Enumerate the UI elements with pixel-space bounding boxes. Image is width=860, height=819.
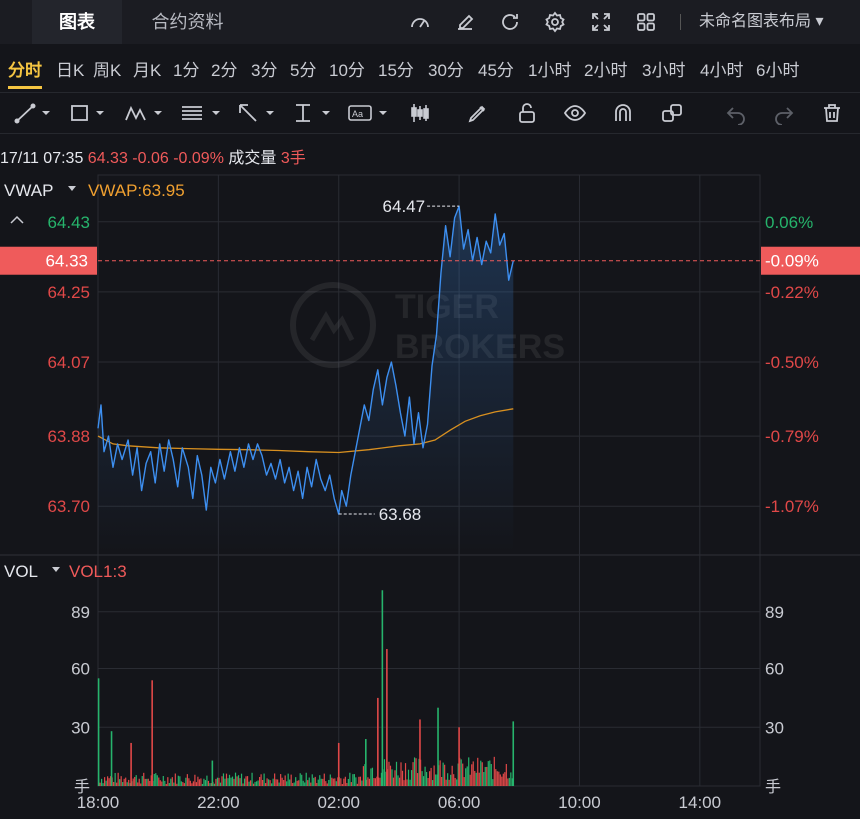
broker-watermark: TIGER BROKERS xyxy=(290,282,565,368)
left-tick-1: 64.25 xyxy=(47,283,90,302)
time-tick-3: 06:00 xyxy=(438,793,481,812)
right-tick-1: -0.22% xyxy=(765,283,819,302)
vol-left-tick-0: 89 xyxy=(71,603,90,622)
vol-indicator-label: VOL1:3 xyxy=(69,562,127,581)
right-tick-2: -0.50% xyxy=(765,353,819,372)
volume-bars xyxy=(97,590,515,786)
price-area xyxy=(98,206,514,553)
right-tick-4: -1.07% xyxy=(765,497,819,516)
current-price-tag: 64.33 -0.09% xyxy=(0,246,860,275)
indicator-dropdown-icon[interactable] xyxy=(68,186,76,191)
time-tick-5: 14:00 xyxy=(679,793,722,812)
max-marker-label: 64.47 xyxy=(383,197,426,216)
right-tick-0: 0.06% xyxy=(765,213,813,232)
time-tick-1: 22:00 xyxy=(197,793,240,812)
vol-indicator-dropdown-icon[interactable] xyxy=(52,567,60,572)
collapse-chevron-icon[interactable] xyxy=(10,215,24,224)
left-tick-4: 63.70 xyxy=(47,497,90,516)
vol-unit-right: 手 xyxy=(765,778,781,796)
time-tick-4: 10:00 xyxy=(558,793,601,812)
intraday-chart[interactable]: TIGER BROKERS VWAP VWAP:63.95 64.47 63.68… xyxy=(0,0,860,819)
indicator-name: VWAP xyxy=(4,181,53,200)
left-tick-2: 64.07 xyxy=(47,353,90,372)
left-tick-3: 63.88 xyxy=(47,427,90,446)
volume-axis: 89 8960 6030 30手手 xyxy=(71,603,784,796)
current-pct-label: -0.09% xyxy=(765,252,819,271)
time-tick-2: 02:00 xyxy=(317,793,360,812)
min-marker-label: 63.68 xyxy=(379,505,422,524)
vol-right-tick-0: 89 xyxy=(765,603,784,622)
vol-right-tick-1: 60 xyxy=(765,660,784,679)
price-area-fill xyxy=(98,206,514,553)
time-tick-0: 18:00 xyxy=(77,793,120,812)
vol-left-tick-2: 30 xyxy=(71,718,90,737)
vol-indicator-name: VOL xyxy=(4,562,38,581)
vol-right-tick-2: 30 xyxy=(765,718,784,737)
right-tick-3: -0.79% xyxy=(765,427,819,446)
vol-left-tick-1: 60 xyxy=(71,660,90,679)
indicator-label: VWAP:63.95 xyxy=(88,181,185,200)
left-tick-0: 64.43 xyxy=(47,213,90,232)
current-price-label: 64.33 xyxy=(45,252,88,271)
time-axis: 18:00 22:00 02:00 06:00 10:00 14:00 xyxy=(77,793,721,812)
